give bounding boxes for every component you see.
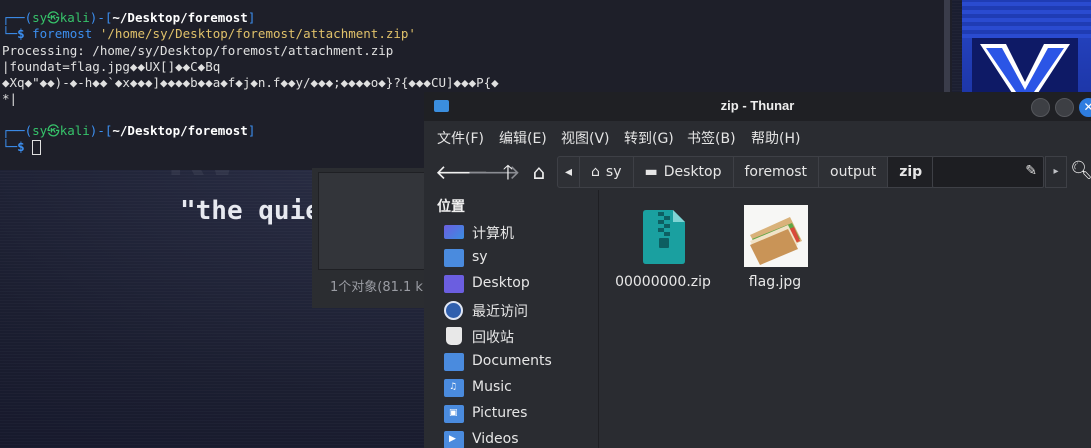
desktop-icon: ▬ (644, 164, 658, 180)
prompt-path: ~/Desktop/foremost (112, 10, 248, 25)
path-scroll-left[interactable]: ◂ (558, 157, 581, 187)
sidebar-item-label: Documents (472, 353, 552, 369)
sidebar-item-videos[interactable]: ▶ Videos (444, 428, 594, 448)
sidebar-item-label: Videos (472, 431, 519, 447)
menu-help[interactable]: 帮助(H) (751, 128, 800, 148)
close-button[interactable]: ✕ (1079, 98, 1091, 117)
sidebar-item-music[interactable]: ♫ Music (444, 376, 594, 400)
music-folder-icon: ♫ (444, 379, 464, 397)
sidebar: 位置 计算机 sy Desktop 最近访问 回收站 Documents ♫ M… (424, 190, 599, 448)
sidebar-item-label: 最近访问 (472, 304, 528, 320)
crumb-label: Desktop (663, 164, 722, 180)
home-icon[interactable]: ⌂ (528, 161, 550, 183)
pictures-folder-icon: ▣ (444, 405, 464, 423)
crumb-output[interactable]: output (819, 157, 889, 187)
background-window-status: 1个对象(81.1 k (330, 280, 423, 295)
sidebar-item-recent[interactable]: 最近访问 (444, 298, 594, 322)
forward-arrow-icon[interactable]: 🡒 (467, 161, 521, 183)
sidebar-item-label: sy (472, 249, 488, 265)
file-name: 00000000.zip (615, 274, 711, 290)
terminal-output-line: |foundat=flag.jpg◆◆UX[]◆◆C◆Bq (2, 59, 221, 74)
file-item-flag[interactable]: flag.jpg (719, 198, 831, 298)
background-window-pane (318, 172, 428, 270)
sidebar-item-pictures[interactable]: ▣ Pictures (444, 402, 594, 426)
trash-icon (446, 327, 462, 345)
crumb-zip[interactable]: zip (888, 157, 935, 187)
sidebar-item-trash[interactable]: 回收站 (444, 324, 594, 348)
minimize-button[interactable] (1031, 98, 1050, 117)
title-bar[interactable]: zip - Thunar ✕ (424, 92, 1091, 121)
sidebar-item-sy[interactable]: sy (444, 246, 594, 270)
terminal-command-arg: '/home/sy/Desktop/foremost/attachment.zi… (99, 26, 416, 41)
prompt-user: sy (32, 123, 48, 138)
terminal-prompt-line: ┌──(sy㉿kali)-[~/Desktop/foremost] (2, 123, 256, 138)
toolbar: 🡐 🡒 🡑 ⌂ ◂ ⌂ sy ▬ Desktop foremost output z… (424, 154, 1091, 188)
terminal-command: foremost (32, 26, 93, 41)
terminal-output-line: ◆Xq◆"◆◆)-◆-h◆◆`◆x◆◆◆]◆◆◆◆b◆◆a◆f◆j◆n.f◆◆y… (2, 75, 499, 90)
recent-icon (444, 301, 463, 320)
crumb-foremost[interactable]: foremost (734, 157, 820, 187)
crumb-desktop[interactable]: ▬ Desktop (634, 157, 734, 187)
file-item-zip[interactable]: 00000000.zip (607, 198, 719, 298)
search-icon[interactable]: 🔍︎ (1070, 160, 1091, 181)
window-title: zip - Thunar (720, 98, 795, 113)
sidebar-item-computer[interactable]: 计算机 (444, 220, 594, 244)
videos-folder-icon: ▶ (444, 431, 464, 448)
file-name: flag.jpg (748, 274, 802, 290)
menu-file[interactable]: 文件(F) (437, 128, 484, 148)
path-bar: ◂ ⌂ sy ▬ Desktop foremost output zip (557, 156, 936, 188)
zip-file-icon (643, 210, 685, 264)
computer-icon (444, 225, 464, 239)
terminal-prompt-line: ┌──(sy㉿kali)-[~/Desktop/foremost] (2, 10, 256, 25)
sidebar-item-label: 计算机 (472, 226, 514, 242)
location-entry[interactable]: ✎ (932, 156, 1044, 188)
edit-pencil-icon[interactable]: ✎ (1025, 163, 1037, 179)
desktop-kali-icon[interactable] (962, 0, 1091, 95)
sidebar-item-label: 回收站 (472, 330, 514, 346)
terminal-scrollbar[interactable] (944, 0, 950, 92)
terminal-command-line: └─$ foremost '/home/sy/Desktop/foremost/… (2, 26, 416, 41)
prompt-path: ~/Desktop/foremost (112, 123, 248, 138)
documents-folder-icon (444, 353, 464, 371)
prompt-host: kali (59, 123, 90, 138)
home-folder-icon (444, 249, 464, 267)
thunar-window[interactable]: zip - Thunar ✕ 文件(F) 编辑(E) 视图(V) 转到(G) 书… (424, 92, 1091, 448)
sidebar-item-documents[interactable]: Documents (444, 350, 594, 374)
sidebar-heading: 位置 (437, 199, 465, 215)
up-arrow-icon[interactable]: 🡑 (497, 161, 519, 183)
path-scroll-right[interactable]: ▸ (1045, 156, 1067, 188)
sidebar-item-label: Desktop (472, 275, 530, 291)
menu-edit[interactable]: 编辑(E) (499, 128, 547, 148)
terminal-input-line[interactable]: └─$ (2, 139, 42, 155)
sidebar-item-label: Pictures (472, 405, 528, 421)
sidebar-item-desktop[interactable]: Desktop (444, 272, 594, 296)
image-thumbnail (744, 205, 808, 267)
home-icon: ⌂ (591, 164, 600, 180)
crumb-label: sy (605, 164, 622, 180)
wallpaper-quote: "the quie (180, 196, 321, 226)
terminal-output-line: Processing: /home/sy/Desktop/foremost/at… (2, 43, 394, 58)
prompt-host: kali (59, 10, 90, 25)
desktop-folder-icon (444, 275, 464, 293)
terminal-cursor (32, 140, 42, 155)
menu-bookmarks[interactable]: 书签(B) (687, 128, 736, 148)
prompt-user: sy (32, 10, 48, 25)
menu-bar: 文件(F) 编辑(E) 视图(V) 转到(G) 书签(B) 帮助(H) (424, 124, 1091, 150)
menu-go[interactable]: 转到(G) (624, 128, 674, 148)
maximize-button[interactable] (1055, 98, 1074, 117)
sidebar-item-label: Music (472, 379, 512, 395)
crumb-sy[interactable]: ⌂ sy (580, 157, 634, 187)
terminal-output-line: *| (2, 91, 18, 106)
file-view[interactable]: 00000000.zip flag.jpg (599, 190, 1091, 448)
back-arrow-icon[interactable]: 🡐 (435, 161, 489, 183)
menu-view[interactable]: 视图(V) (561, 128, 610, 148)
